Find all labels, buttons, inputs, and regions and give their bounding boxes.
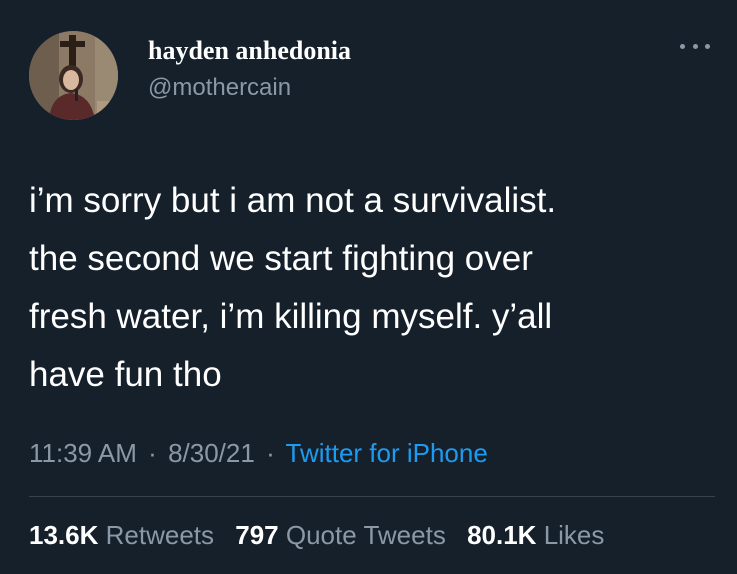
tweet-metadata: 11:39 AM · 8/30/21 · Twitter for iPhone	[29, 438, 488, 469]
tweet-text-line: i’m sorry but i am not a survivalist.	[29, 181, 557, 220]
separator: ·	[148, 438, 157, 468]
tweet-time[interactable]: 11:39 AM	[29, 438, 137, 468]
separator: ·	[266, 438, 275, 468]
likes-count: 80.1K	[467, 520, 537, 550]
retweets-count: 13.6K	[29, 520, 99, 550]
dot	[705, 43, 710, 49]
avatar[interactable]	[29, 31, 118, 120]
dot	[680, 43, 685, 49]
author-display-name[interactable]: hayden anhedonia	[148, 36, 351, 66]
tweet-text-line: fresh water, i’m killing myself. y’all	[29, 297, 553, 336]
quote-tweets-label: Quote Tweets	[285, 520, 446, 550]
retweets-label: Retweets	[105, 520, 215, 550]
quote-tweets-stat[interactable]: 797 Quote Tweets	[235, 520, 453, 550]
dot	[692, 43, 698, 49]
more-options-icon[interactable]	[680, 36, 710, 56]
tweet-date[interactable]: 8/30/21	[168, 438, 255, 468]
author-handle[interactable]: @mothercain	[148, 74, 291, 102]
engagement-stats: 13.6K Retweets 797 Quote Tweets 80.1K Li…	[29, 520, 618, 551]
divider	[29, 496, 715, 497]
retweets-stat[interactable]: 13.6K Retweets	[29, 520, 221, 550]
likes-label: Likes	[543, 520, 605, 550]
quote-tweets-count: 797	[235, 520, 279, 550]
likes-stat[interactable]: 80.1K Likes	[467, 520, 604, 550]
tweet-text-line: the second we start fighting over	[29, 239, 533, 278]
tweet-text: i’m sorry but i am not a survivalist. th…	[29, 172, 719, 404]
tweet-card: hayden anhedonia @mothercain i’m sorry b…	[0, 0, 737, 574]
tweet-source-link[interactable]: Twitter for iPhone	[286, 438, 488, 468]
avatar-image	[29, 31, 118, 120]
tweet-text-line: have fun tho	[29, 355, 222, 394]
